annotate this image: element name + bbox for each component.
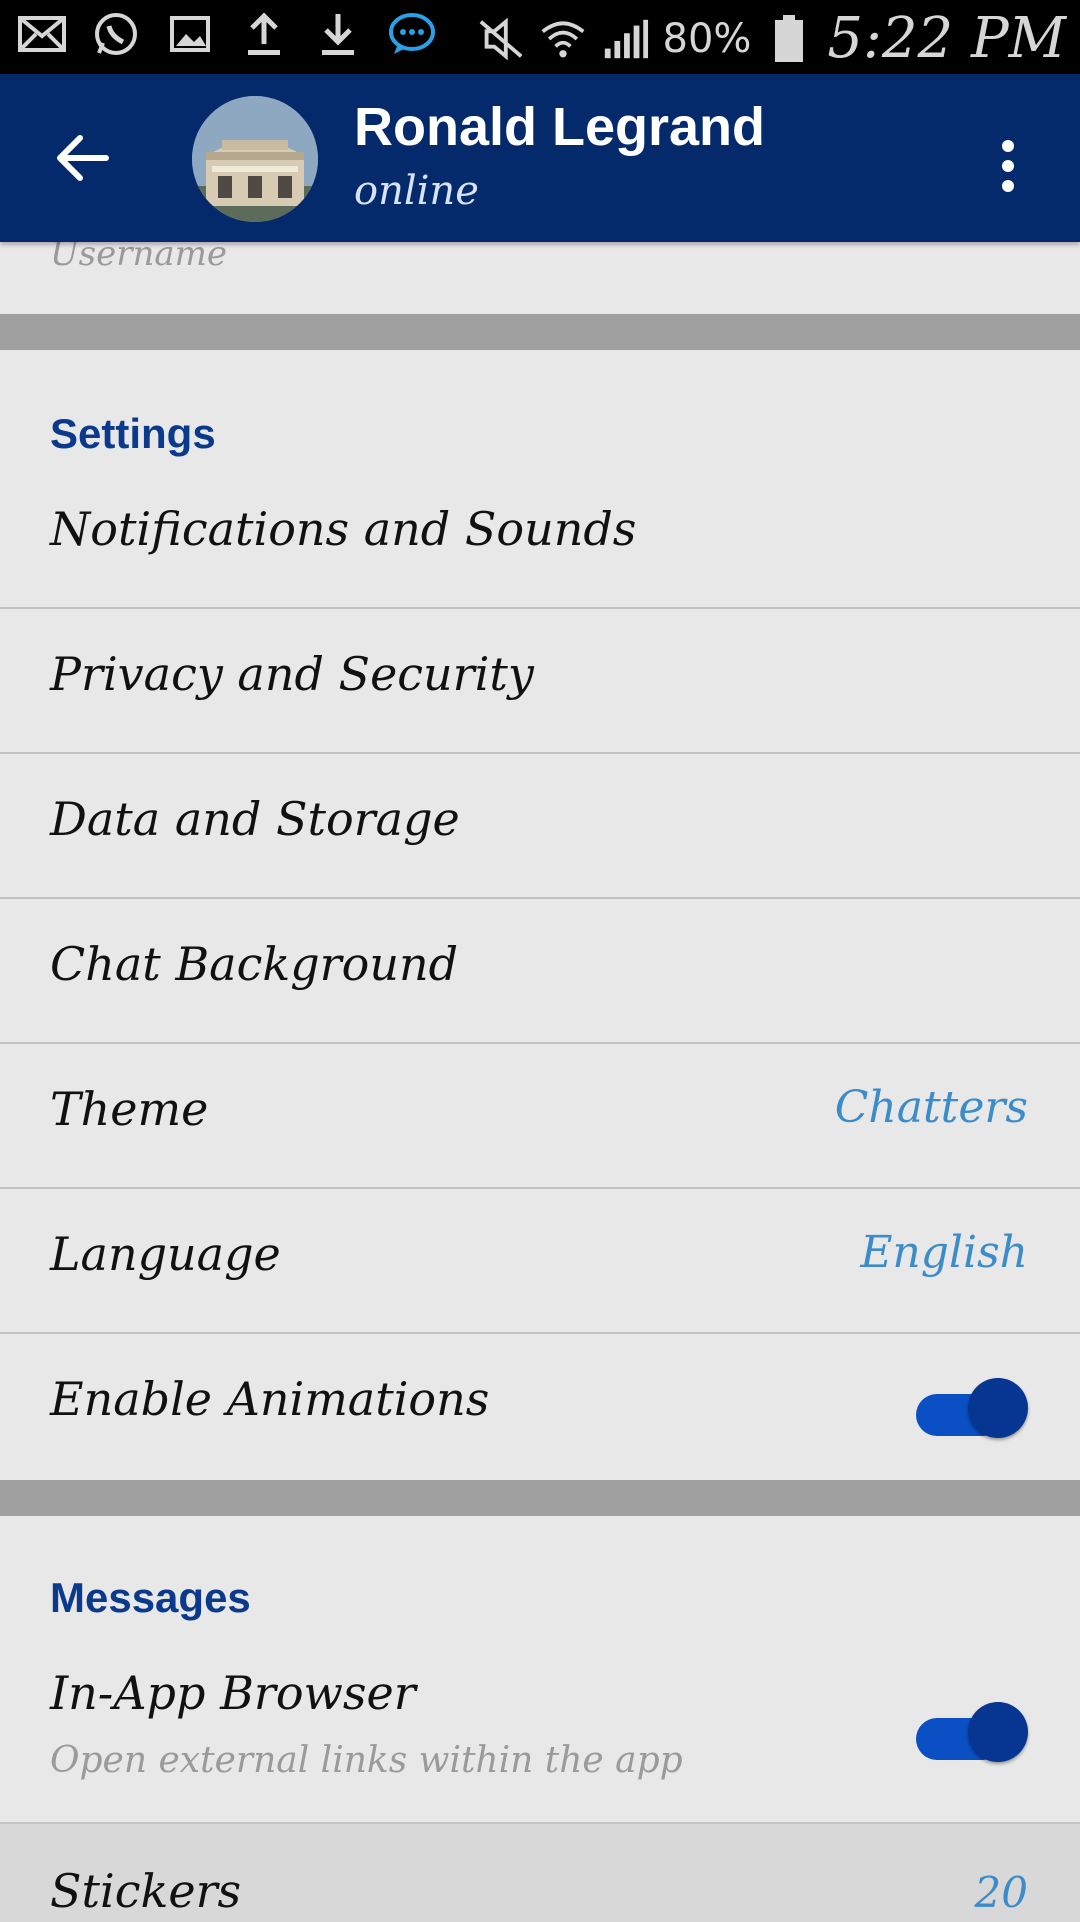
arrow-left-icon [57,135,109,181]
settings-item-label: Chat Background [50,937,459,991]
settings-item-stickers[interactable]: Stickers 20 [0,1822,1080,1922]
more-vert-icon [1002,140,1014,152]
settings-item-data-storage[interactable]: Data and Storage [0,754,1080,899]
enable-animations-toggle[interactable] [916,1372,1028,1444]
upload-icon [240,10,288,58]
settings-item-label: Enable Animations [50,1372,490,1426]
gallery-icon [166,10,214,58]
signal-icon [601,15,649,63]
battery-icon [765,14,813,63]
back-button[interactable] [40,118,124,198]
settings-item-label: Notifications and Sounds [50,502,637,556]
toggle-knob [968,1702,1028,1762]
stickers-label: Stickers [50,1864,242,1918]
settings-item-label: Language [50,1227,281,1281]
settings-item-label: Privacy and Security [50,647,534,701]
section-divider [0,1480,1080,1516]
settings-item-enable-animations[interactable]: Enable Animations [0,1334,1080,1480]
theme-value: Chatters [834,1082,1028,1133]
avatar[interactable] [192,96,318,222]
settings-item-chat-background[interactable]: Chat Background [0,899,1080,1044]
settings-item-notifications[interactable]: Notifications and Sounds [0,464,1080,609]
section-divider [0,314,1080,350]
in-app-browser-toggle[interactable] [916,1696,1028,1768]
contact-status: online [354,168,479,214]
mute-icon [477,15,525,63]
toggle-knob [968,1378,1028,1438]
more-vert-dot [1002,160,1014,172]
wifi-icon [539,15,587,63]
whatsapp-icon [92,10,140,58]
app-bar: Ronald Legrand online [0,74,1080,242]
in-app-browser-sublabel: Open external links within the app [50,1740,683,1781]
settings-item-label: Theme [50,1082,209,1136]
battery-percent: 80% [662,15,752,62]
stickers-count: 20 [974,1868,1028,1917]
download-icon [314,10,362,58]
settings-item-in-app-browser[interactable]: In-App Browser Open external links withi… [0,1640,1080,1822]
settings-item-theme[interactable]: Theme Chatters [0,1044,1080,1189]
chat-bubble-icon [388,10,436,58]
settings-item-language[interactable]: Language English [0,1189,1080,1334]
more-vert-dot [1002,180,1014,192]
clock: 5:22 PM [827,6,1066,71]
mail-icon [18,10,66,58]
contact-name: Ronald Legrand [354,97,766,157]
settings-item-label: Data and Storage [50,792,460,846]
username-row[interactable]: Username [0,234,1080,314]
messages-section-title: Messages [50,1574,251,1621]
more-options-button[interactable] [978,124,1038,208]
settings-item-privacy[interactable]: Privacy and Security [0,609,1080,754]
status-bar: 80% 5:22 PM [0,0,1080,74]
settings-section-title: Settings [50,410,216,457]
in-app-browser-label: In-App Browser [50,1666,416,1720]
language-value: English [860,1227,1028,1278]
